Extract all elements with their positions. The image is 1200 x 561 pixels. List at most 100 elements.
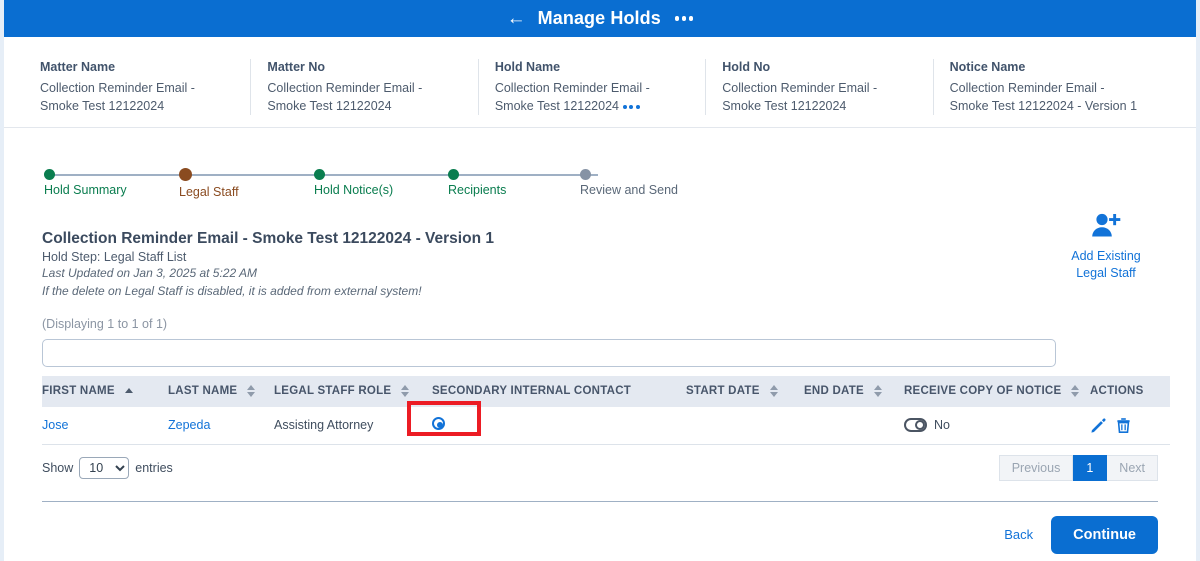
- column-header-secondary-internal-contact: SECONDARY INTERNAL CONTACT: [432, 375, 686, 407]
- pagination-next[interactable]: Next: [1107, 454, 1158, 481]
- info-card-matter-name: Matter Name Collection Reminder Email - …: [40, 59, 250, 115]
- delete-trash-icon[interactable]: [1115, 417, 1132, 434]
- column-label: LAST NAME: [168, 385, 238, 398]
- receive-copy-toggle[interactable]: [904, 418, 927, 433]
- pagination-previous[interactable]: Previous: [998, 454, 1074, 481]
- step-hold-summary[interactable]: Hold Summary: [44, 164, 127, 197]
- hold-step-label: Hold Step: Legal Staff List: [42, 250, 187, 265]
- cell-legal-staff-role: Assisting Attorney: [274, 406, 432, 445]
- displaying-count: (Displaying 1 to 1 of 1): [42, 316, 168, 331]
- info-card-matter-no: Matter No Collection Reminder Email - Sm…: [250, 59, 477, 116]
- info-card-value: Collection Reminder Email - Smoke Test 1…: [267, 80, 423, 113]
- step-recipients[interactable]: Recipients: [448, 164, 506, 197]
- add-user-icon: [1089, 214, 1123, 244]
- cell-last-name: Zepeda: [168, 406, 274, 445]
- secondary-internal-contact-radio[interactable]: [432, 417, 445, 431]
- add-staff-line1: Add Existing: [1071, 249, 1141, 264]
- info-card-label: Notice Name: [949, 60, 1026, 74]
- footer-actions: Back Continue: [4, 502, 1196, 554]
- wizard-stepper-wrap: Hold Summary Legal Staff Hold Notice(s) …: [4, 128, 1196, 208]
- step-dot: [580, 169, 591, 181]
- pagination-page-1[interactable]: 1: [1073, 454, 1108, 481]
- continue-button[interactable]: Continue: [1051, 515, 1158, 554]
- sort-toggle-icon[interactable]: [247, 385, 256, 398]
- first-name-link[interactable]: Jose: [42, 418, 68, 432]
- wizard-stepper: Hold Summary Legal Staff Hold Notice(s) …: [44, 164, 678, 208]
- column-header-end-date[interactable]: END DATE: [804, 375, 904, 407]
- step-dot: [44, 169, 55, 181]
- info-card-label: Hold Name: [494, 60, 561, 74]
- last-updated-text: Last Updated on Jan 3, 2025 at 5:22 AM: [42, 266, 258, 281]
- legal-staff-table-wrap: FIRST NAME LAST NAME LEGAL STAFF ROLE SE…: [4, 367, 1196, 445]
- more-horizontal-icon[interactable]: [674, 16, 694, 21]
- page-size-select[interactable]: 102550100: [79, 456, 130, 479]
- sort-toggle-icon[interactable]: [769, 385, 778, 398]
- table-row: Jose Zepeda Assisting Attorney No: [42, 406, 1170, 445]
- cell-end-date: [804, 406, 904, 445]
- search-row: [4, 331, 1196, 367]
- column-label: ACTIONS: [1090, 385, 1144, 398]
- info-card-label: Hold No: [722, 60, 771, 74]
- column-header-receive-copy-of-notice[interactable]: RECEIVE COPY OF NOTICE: [904, 375, 1090, 407]
- show-label: Show: [42, 460, 74, 475]
- section-title: Collection Reminder Email - Smoke Test 1…: [42, 230, 494, 248]
- column-label: LEGAL STAFF ROLE: [274, 385, 392, 398]
- sort-toggle-icon[interactable]: [873, 385, 882, 398]
- step-legal-staff[interactable]: Legal Staff: [179, 164, 239, 199]
- info-card-hold-no: Hold No Collection Reminder Email - Smok…: [705, 59, 932, 116]
- info-card-label: Matter Name: [40, 60, 116, 74]
- column-header-first-name[interactable]: FIRST NAME: [42, 375, 168, 407]
- pagination: Previous 1 Next: [998, 454, 1158, 481]
- column-header-legal-staff-role[interactable]: LEGAL STAFF ROLE: [274, 375, 432, 407]
- step-dot: [448, 169, 459, 181]
- column-label: RECEIVE COPY OF NOTICE: [904, 385, 1062, 398]
- step-dot: [314, 169, 325, 181]
- sort-toggle-icon[interactable]: [401, 385, 410, 398]
- table-footer: Show 102550100 entries Previous 1 Next: [4, 445, 1196, 481]
- entries-label: entries: [135, 460, 173, 475]
- info-card-value-wrap: Collection Reminder Email - Smoke Test 1…: [495, 79, 687, 115]
- step-label: Hold Summary: [44, 183, 127, 198]
- step-hold-notices[interactable]: Hold Notice(s): [314, 164, 393, 197]
- last-name-link[interactable]: Zepeda: [168, 418, 210, 432]
- show-entries-control: Show 102550100 entries: [42, 456, 173, 479]
- page-title: Manage Holds: [537, 8, 661, 28]
- step-label: Hold Notice(s): [314, 183, 394, 198]
- step-label: Recipients: [448, 183, 507, 198]
- column-label: END DATE: [804, 385, 864, 398]
- info-card-value: Collection Reminder Email - Smoke Test 1…: [722, 80, 878, 113]
- step-label: Review and Send: [580, 183, 678, 198]
- sort-toggle-icon[interactable]: [1071, 385, 1080, 398]
- cell-secondary-internal-contact: [432, 406, 686, 445]
- table-search-input[interactable]: [42, 338, 1056, 367]
- cell-start-date: [686, 406, 804, 445]
- external-system-note: If the delete on Legal Staff is disabled…: [42, 283, 422, 298]
- section-header: Collection Reminder Email - Smoke Test 1…: [4, 208, 1196, 331]
- legal-staff-table: FIRST NAME LAST NAME LEGAL STAFF ROLE SE…: [42, 375, 1170, 445]
- sort-asc-icon[interactable]: [124, 387, 133, 395]
- info-card-hold-name: Hold Name Collection Reminder Email - Sm…: [477, 59, 705, 116]
- add-existing-legal-staff-button[interactable]: Add Existing Legal Staff: [1054, 212, 1158, 282]
- back-button[interactable]: Back: [1004, 527, 1033, 542]
- info-card-value: Collection Reminder Email - Smoke Test 1…: [949, 80, 1138, 113]
- column-header-start-date[interactable]: START DATE: [686, 375, 804, 407]
- add-staff-line2: Legal Staff: [1076, 266, 1136, 280]
- app-header: ← Manage Holds: [4, 0, 1196, 37]
- step-review-and-send[interactable]: Review and Send: [580, 164, 678, 197]
- step-dot: [179, 168, 192, 182]
- cell-first-name: Jose: [42, 406, 168, 445]
- column-label: SECONDARY INTERNAL CONTACT: [432, 385, 632, 398]
- app-page: ← Manage Holds Matter Name Collection Re…: [0, 0, 1200, 561]
- cell-receive-copy-of-notice: No: [904, 406, 1090, 445]
- column-label: START DATE: [686, 385, 760, 398]
- info-card-notice-name: Notice Name Collection Reminder Email - …: [932, 59, 1160, 116]
- hold-name-more-icon[interactable]: [622, 104, 640, 109]
- edit-pencil-icon[interactable]: [1090, 417, 1107, 434]
- info-card-label: Matter No: [267, 60, 326, 74]
- table-header-row: FIRST NAME LAST NAME LEGAL STAFF ROLE SE…: [42, 375, 1170, 407]
- cell-actions: [1090, 406, 1170, 445]
- step-label: Legal Staff: [179, 185, 239, 200]
- column-header-last-name[interactable]: LAST NAME: [168, 375, 274, 407]
- back-arrow-icon[interactable]: ←: [507, 9, 526, 28]
- column-header-actions: ACTIONS: [1090, 375, 1170, 407]
